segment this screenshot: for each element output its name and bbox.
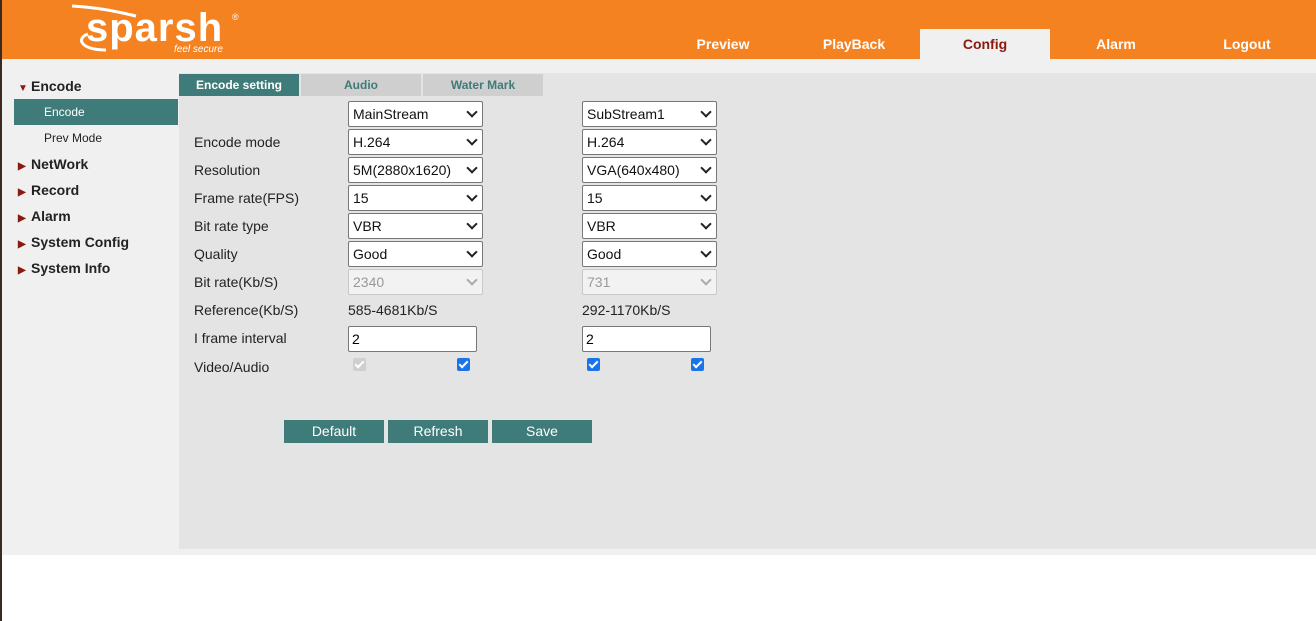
triangle-right-icon: ▶ xyxy=(18,265,26,276)
main-video-checkbox xyxy=(353,358,366,371)
select-value: VBR xyxy=(587,218,616,234)
main-iframe-interval-input[interactable]: 2 xyxy=(348,326,477,352)
main-bit-rate-select: 2340 xyxy=(348,269,483,295)
sub-stream-select[interactable]: SubStream1 xyxy=(582,101,717,127)
sidebar-group-label: NetWork xyxy=(31,156,89,172)
chevron-down-icon xyxy=(466,246,478,258)
chevron-down-icon xyxy=(466,218,478,230)
quality-label: Quality xyxy=(194,246,238,262)
sidebar-group-network[interactable]: ▶ NetWork xyxy=(14,151,178,177)
select-value: 731 xyxy=(587,274,611,290)
content-panel: Encode setting Audio Water Mark MainStre… xyxy=(179,73,1316,549)
sub-bit-rate-type-select[interactable]: VBR xyxy=(582,213,717,239)
chevron-down-icon xyxy=(700,274,712,286)
chevron-down-icon xyxy=(466,274,478,286)
main-bit-rate-type-select[interactable]: VBR xyxy=(348,213,483,239)
triangle-down-icon: ▼ xyxy=(18,83,28,94)
main-stream-select[interactable]: MainStream xyxy=(348,101,483,127)
sidebar-group-label: System Config xyxy=(31,234,130,250)
chevron-down-icon xyxy=(700,218,712,230)
sidebar: ▼ Encode Encode Prev Mode ▶ NetWork ▶ Recor… xyxy=(14,73,178,281)
sub-audio-checkbox[interactable] xyxy=(691,358,704,371)
sidebar-group-alarm[interactable]: ▶ Alarm xyxy=(14,203,178,229)
reference-label: Reference(Kb/S) xyxy=(194,302,299,318)
sidebar-item-prev-mode[interactable]: Prev Mode xyxy=(14,125,178,151)
main-encode-mode-select[interactable]: H.264 xyxy=(348,129,483,155)
nav-alarm[interactable]: Alarm xyxy=(1051,29,1181,59)
sidebar-group-label: Alarm xyxy=(31,208,71,224)
chevron-down-icon xyxy=(466,134,478,146)
chevron-down-icon xyxy=(700,190,712,202)
select-value: VGA(640x480) xyxy=(587,162,680,178)
select-value: Good xyxy=(587,246,622,262)
page: sparsh ® feel secure Preview PlayBack Co… xyxy=(0,0,1316,621)
bit-rate-label: Bit rate(Kb/S) xyxy=(194,274,279,290)
sidebar-group-system-config[interactable]: ▶ System Config xyxy=(14,229,178,255)
bit-rate-type-label: Bit rate type xyxy=(194,218,269,234)
logo-registered-mark: ® xyxy=(232,12,239,22)
chevron-down-icon xyxy=(700,106,712,118)
sidebar-item-encode[interactable]: Encode xyxy=(14,99,178,125)
refresh-button[interactable]: Refresh xyxy=(388,420,488,443)
tab-encode-setting[interactable]: Encode setting xyxy=(179,74,299,96)
logo-tagline: feel secure xyxy=(174,44,223,55)
main-resolution-select[interactable]: 5M(2880x1620) xyxy=(348,157,483,183)
main-reference-value: 585-4681Kb/S xyxy=(348,302,438,318)
chevron-down-icon xyxy=(700,246,712,258)
select-value: 5M(2880x1620) xyxy=(353,162,452,178)
encode-mode-label: Encode mode xyxy=(194,134,281,150)
select-value: 15 xyxy=(587,190,603,206)
tab-audio[interactable]: Audio xyxy=(301,74,421,96)
save-button[interactable]: Save xyxy=(492,420,592,443)
select-value: MainStream xyxy=(353,106,429,122)
select-value: SubStream1 xyxy=(587,106,665,122)
nav-config[interactable]: Config xyxy=(920,29,1050,59)
select-value: VBR xyxy=(353,218,382,234)
sub-encode-mode-select[interactable]: H.264 xyxy=(582,129,717,155)
sub-video-checkbox[interactable] xyxy=(587,358,600,371)
select-value: 15 xyxy=(353,190,369,206)
frame-rate-label: Frame rate(FPS) xyxy=(194,190,300,206)
sidebar-group-label: Record xyxy=(31,182,80,198)
tab-water-mark[interactable]: Water Mark xyxy=(423,74,543,96)
brand-logo: sparsh ® feel secure xyxy=(66,4,246,56)
sidebar-group-label: System Info xyxy=(31,260,111,276)
sub-quality-select[interactable]: Good xyxy=(582,241,717,267)
sub-frame-rate-select[interactable]: 15 xyxy=(582,185,717,211)
sidebar-group-label: Encode xyxy=(31,78,82,94)
nav-logout[interactable]: Logout xyxy=(1182,29,1312,59)
nav-playback[interactable]: PlayBack xyxy=(789,29,919,59)
sub-iframe-interval-input[interactable]: 2 xyxy=(582,326,711,352)
select-value: Good xyxy=(353,246,388,262)
main-audio-checkbox[interactable] xyxy=(457,358,470,371)
chevron-down-icon xyxy=(466,106,478,118)
chevron-down-icon xyxy=(700,162,712,174)
sub-bit-rate-select: 731 xyxy=(582,269,717,295)
sub-resolution-select[interactable]: VGA(640x480) xyxy=(582,157,717,183)
select-value: H.264 xyxy=(353,134,391,150)
chevron-down-icon xyxy=(466,162,478,174)
main-quality-select[interactable]: Good xyxy=(348,241,483,267)
iframe-interval-label: I frame interval xyxy=(194,330,287,346)
sidebar-group-system-info[interactable]: ▶ System Info xyxy=(14,255,178,281)
resolution-label: Resolution xyxy=(194,162,261,178)
sub-reference-value: 292-1170Kb/S xyxy=(582,302,671,318)
video-audio-label: Video/Audio xyxy=(194,359,270,375)
select-value: H.264 xyxy=(587,134,625,150)
main-frame-rate-select[interactable]: 15 xyxy=(348,185,483,211)
default-button[interactable]: Default xyxy=(284,420,384,443)
chevron-down-icon xyxy=(700,134,712,146)
sidebar-group-record[interactable]: ▶ Record xyxy=(14,177,178,203)
nav-preview[interactable]: Preview xyxy=(658,29,788,59)
select-value: 2340 xyxy=(353,274,385,290)
chevron-down-icon xyxy=(466,190,478,202)
sidebar-group-encode[interactable]: ▼ Encode xyxy=(14,73,178,99)
